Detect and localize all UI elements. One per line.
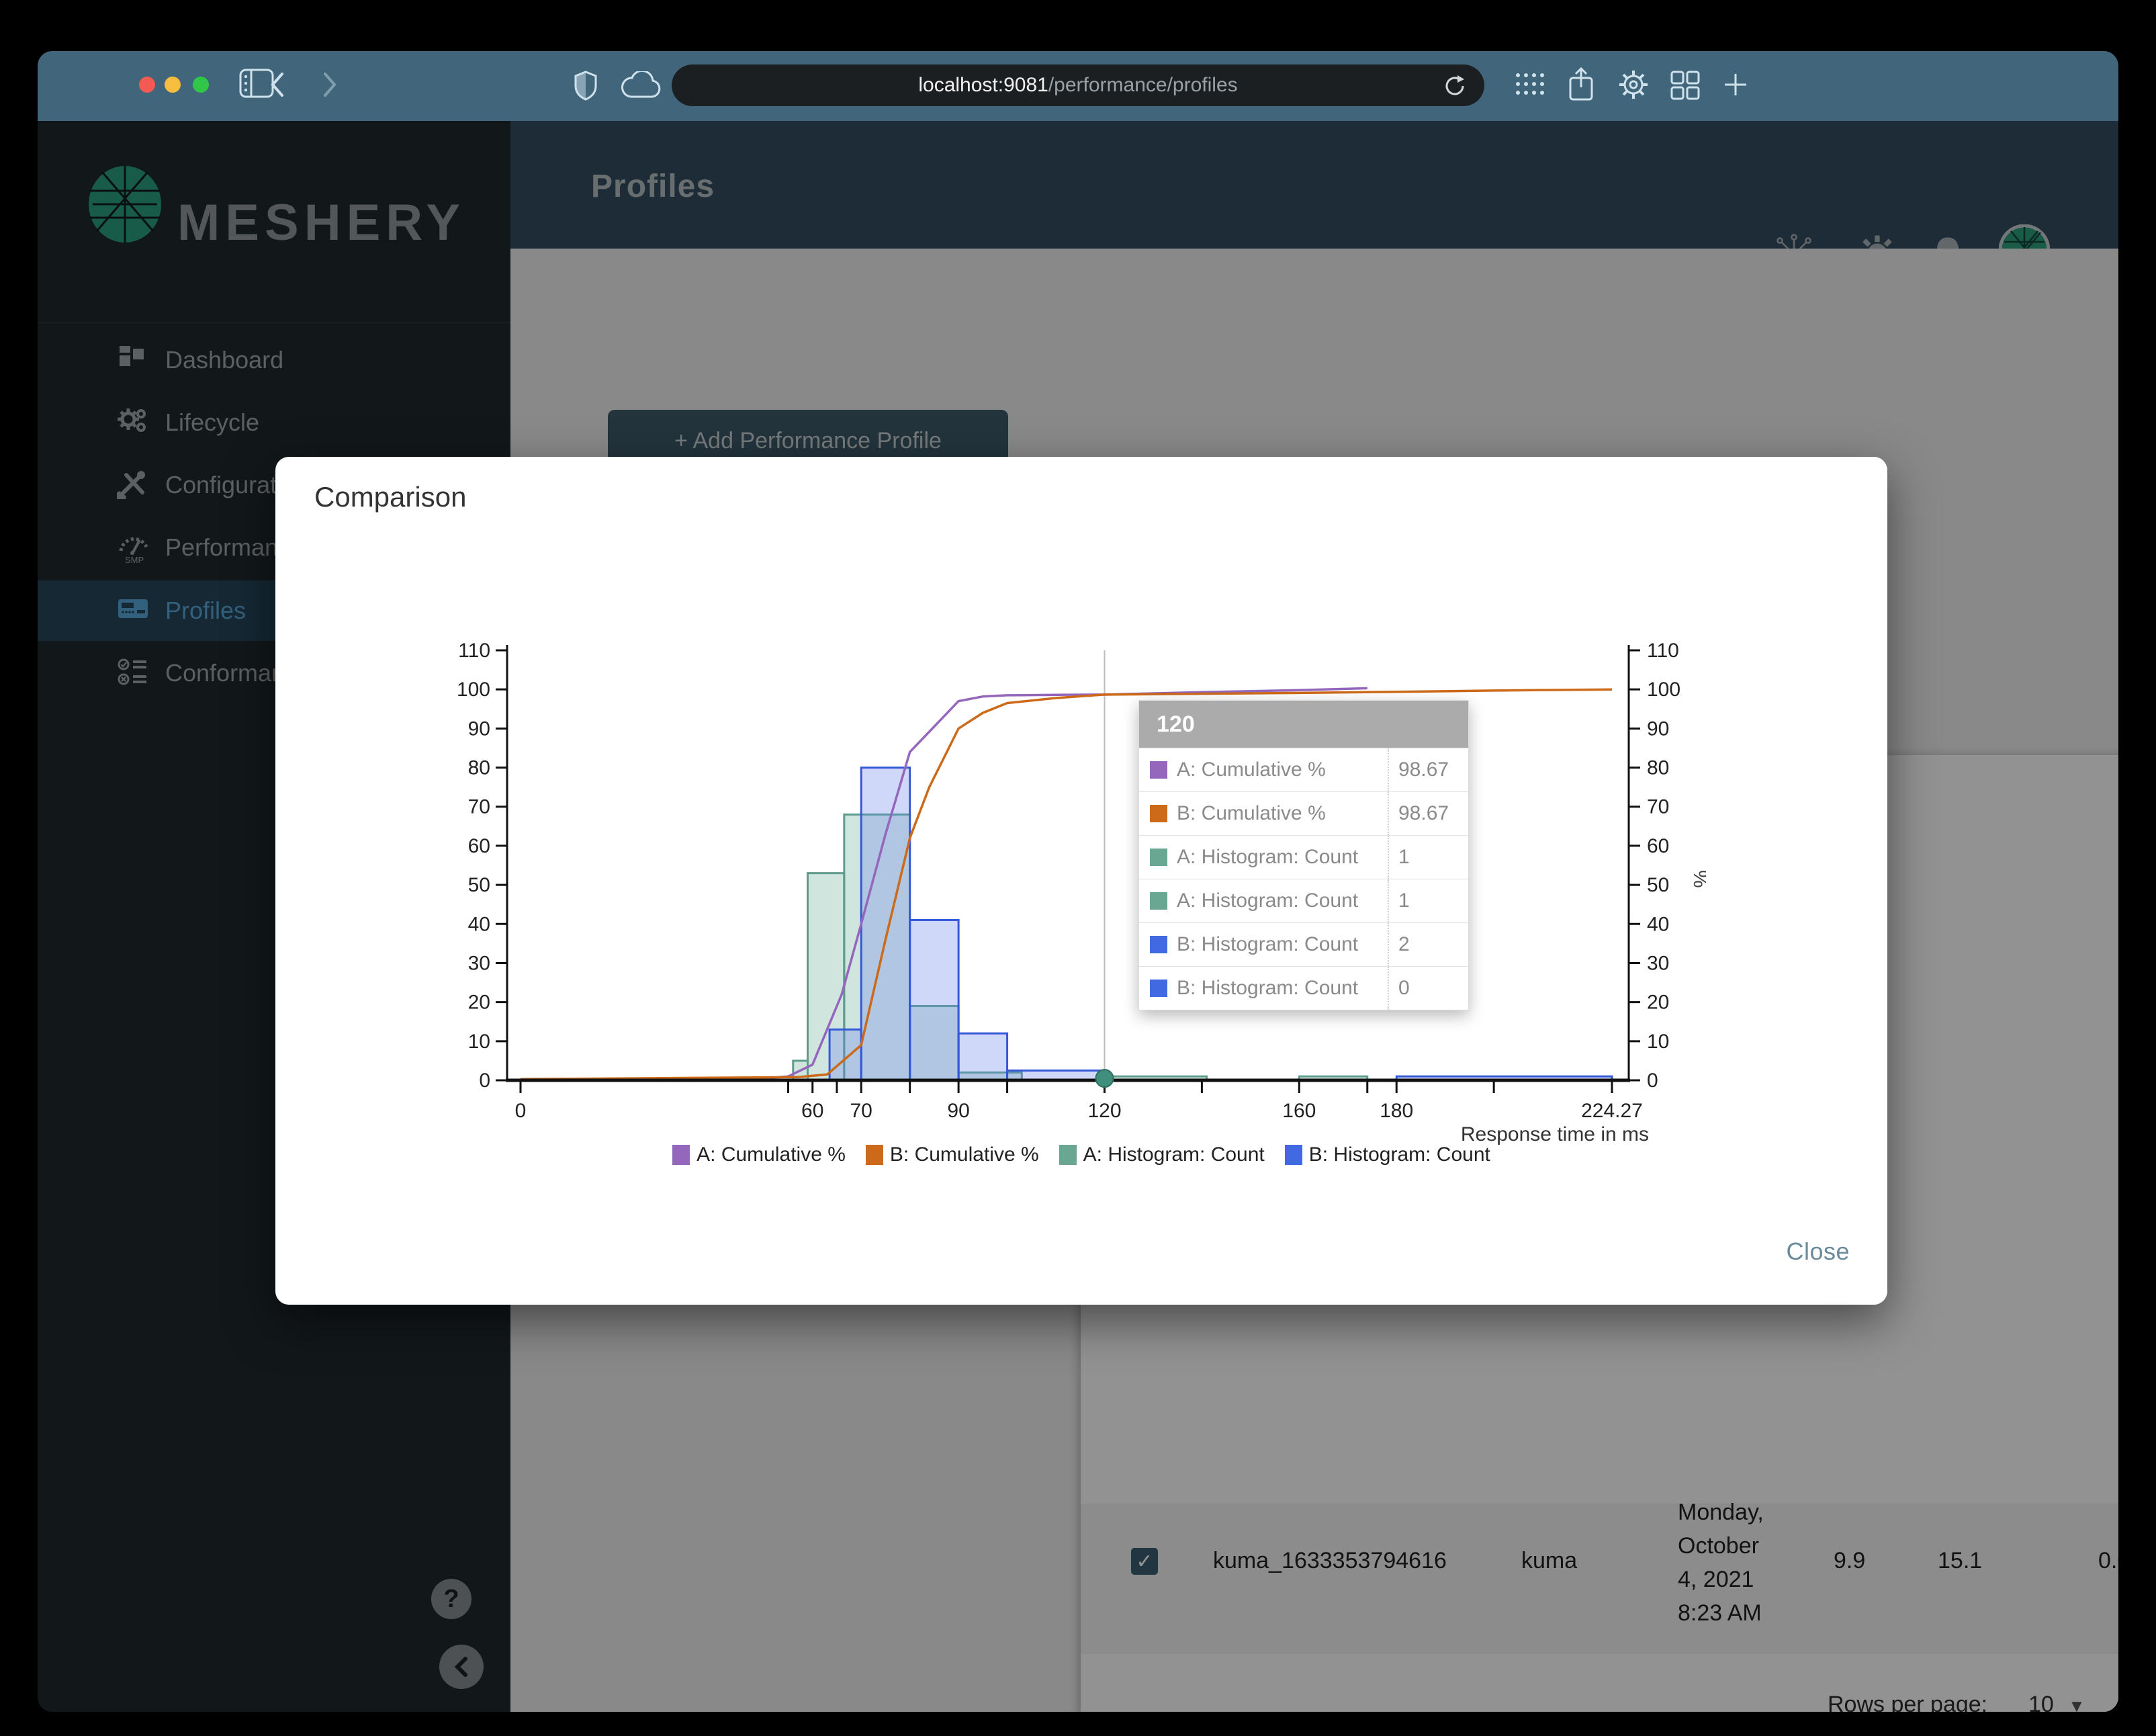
svg-text:160: 160 xyxy=(1282,1100,1316,1122)
tab-overview-icon[interactable] xyxy=(1670,70,1701,104)
back-icon[interactable] xyxy=(265,69,291,104)
tooltip-series-label: B: Cumulative % xyxy=(1177,802,1326,824)
svg-text:40: 40 xyxy=(468,913,490,935)
minimize-window-button[interactable] xyxy=(165,77,181,93)
svg-text:70: 70 xyxy=(468,796,490,818)
svg-text:20: 20 xyxy=(1647,992,1669,1014)
series-swatch xyxy=(1150,761,1167,779)
tooltip-series-value: 1 xyxy=(1388,879,1468,922)
svg-text:110: 110 xyxy=(1647,640,1679,662)
series-swatch xyxy=(1150,980,1167,997)
address-bar[interactable]: localhost:9081/performance/profiles xyxy=(672,64,1484,106)
chart-legend: A: Cumulative % B: Cumulative % A: Histogr… xyxy=(275,1143,1887,1166)
svg-text:50: 50 xyxy=(1647,874,1669,896)
comparison-dialog: Comparison 0 0 10 10 20 20 30 30 40 40 50 50 60 60 70 7… xyxy=(275,457,1887,1305)
svg-text:90: 90 xyxy=(947,1100,969,1122)
dialog-title: Comparison xyxy=(314,481,467,513)
tooltip-row: B: Histogram: Count 2 xyxy=(1139,922,1468,966)
legend-item[interactable]: B: Cumulative % xyxy=(865,1143,1039,1166)
tooltip-series-value: 98.67 xyxy=(1388,748,1468,791)
tooltip-series-label: A: Histogram: Count xyxy=(1177,846,1359,868)
tooltip-row: A: Histogram: Count 1 xyxy=(1139,835,1468,879)
screen: localhost:9081/performance/profiles Prof… xyxy=(0,0,2156,1736)
svg-text:0: 0 xyxy=(479,1070,490,1092)
zoom-window-button[interactable] xyxy=(193,77,209,93)
legend-swatch xyxy=(1284,1145,1302,1165)
url-path: /performance/profiles xyxy=(1048,74,1238,96)
tooltip-row: B: Cumulative % 98.67 xyxy=(1139,791,1468,835)
legend-swatch xyxy=(672,1145,690,1165)
icloud-icon[interactable] xyxy=(621,69,662,103)
tooltip-series-label: B: Histogram: Count xyxy=(1177,977,1359,999)
url-host: localhost:9081 xyxy=(918,74,1048,96)
svg-text:%: % xyxy=(1689,870,1706,888)
chart-tooltip: 120 A: Cumulative % 98.67 B: Cumulative % 9… xyxy=(1138,700,1469,1010)
comparison-chart[interactable]: 0 010 1020 2030 3040 4050 5060 6070 7080 8090 9010… xyxy=(430,625,1706,1162)
svg-text:30: 30 xyxy=(468,952,490,974)
series-swatch xyxy=(1150,805,1167,822)
svg-text:70: 70 xyxy=(850,1100,872,1122)
svg-text:120: 120 xyxy=(1087,1100,1121,1122)
tooltip-series-label: A: Histogram: Count xyxy=(1177,889,1359,912)
svg-text:30: 30 xyxy=(1647,952,1669,974)
browser-window: localhost:9081/performance/profiles Prof… xyxy=(38,51,2118,1712)
privacy-shield-icon[interactable] xyxy=(574,70,598,104)
svg-text:70: 70 xyxy=(1647,796,1669,818)
settings-gear-icon[interactable] xyxy=(1617,69,1650,104)
tooltip-series-value: 98.67 xyxy=(1388,792,1468,835)
svg-text:0: 0 xyxy=(515,1100,527,1122)
svg-text:100: 100 xyxy=(457,679,490,701)
tooltip-series-value: 0 xyxy=(1388,967,1468,1010)
svg-text:0: 0 xyxy=(1647,1070,1658,1092)
svg-text:40: 40 xyxy=(1647,913,1669,935)
tooltip-row: A: Histogram: Count 1 xyxy=(1139,879,1468,922)
series-swatch xyxy=(1150,936,1167,953)
forward-icon[interactable] xyxy=(316,69,343,104)
legend-label: A: Cumulative % xyxy=(697,1143,846,1166)
svg-text:100: 100 xyxy=(1647,679,1680,701)
svg-text:10: 10 xyxy=(1647,1031,1669,1053)
legend-item[interactable]: A: Histogram: Count xyxy=(1059,1143,1265,1166)
tooltip-series-value: 2 xyxy=(1388,923,1468,966)
svg-text:60: 60 xyxy=(1647,835,1669,857)
svg-text:Response time in ms: Response time in ms xyxy=(1461,1123,1649,1145)
svg-text:224.27: 224.27 xyxy=(1581,1100,1643,1122)
tooltip-row: B: Histogram: Count 0 xyxy=(1139,966,1468,1010)
svg-text:90: 90 xyxy=(1647,718,1669,740)
share-icon[interactable] xyxy=(1568,67,1594,105)
svg-text:180: 180 xyxy=(1380,1100,1413,1122)
svg-text:80: 80 xyxy=(468,757,490,779)
tooltip-series-label: A: Cumulative % xyxy=(1177,758,1326,781)
tooltip-series-value: 1 xyxy=(1388,836,1468,879)
tooltip-series-label: B: Histogram: Count xyxy=(1177,933,1359,955)
svg-text:80: 80 xyxy=(1647,757,1669,779)
tooltip-row: A: Cumulative % 98.67 xyxy=(1139,748,1468,791)
svg-text:60: 60 xyxy=(468,835,490,857)
svg-text:10: 10 xyxy=(468,1031,490,1053)
legend-label: B: Histogram: Count xyxy=(1308,1143,1490,1166)
svg-text:110: 110 xyxy=(458,640,490,662)
svg-text:20: 20 xyxy=(468,992,490,1014)
reload-icon[interactable] xyxy=(1443,74,1467,103)
series-swatch xyxy=(1150,849,1167,866)
legend-label: B: Cumulative % xyxy=(889,1143,1039,1166)
close-window-button[interactable] xyxy=(139,77,155,93)
keypad-grid-icon[interactable] xyxy=(1515,71,1545,101)
legend-swatch xyxy=(865,1145,883,1165)
legend-item[interactable]: B: Histogram: Count xyxy=(1284,1143,1490,1166)
legend-item[interactable]: A: Cumulative % xyxy=(672,1143,846,1166)
legend-swatch xyxy=(1059,1145,1077,1165)
series-swatch xyxy=(1150,892,1167,910)
close-dialog-button[interactable]: Close xyxy=(1786,1238,1850,1266)
new-tab-icon[interactable] xyxy=(1721,70,1750,103)
legend-label: A: Histogram: Count xyxy=(1083,1143,1265,1166)
svg-text:50: 50 xyxy=(468,874,490,896)
svg-text:90: 90 xyxy=(468,718,490,740)
svg-text:60: 60 xyxy=(801,1100,823,1122)
tooltip-header: 120 xyxy=(1139,701,1468,748)
browser-chrome: localhost:9081/performance/profiles xyxy=(38,51,2118,122)
